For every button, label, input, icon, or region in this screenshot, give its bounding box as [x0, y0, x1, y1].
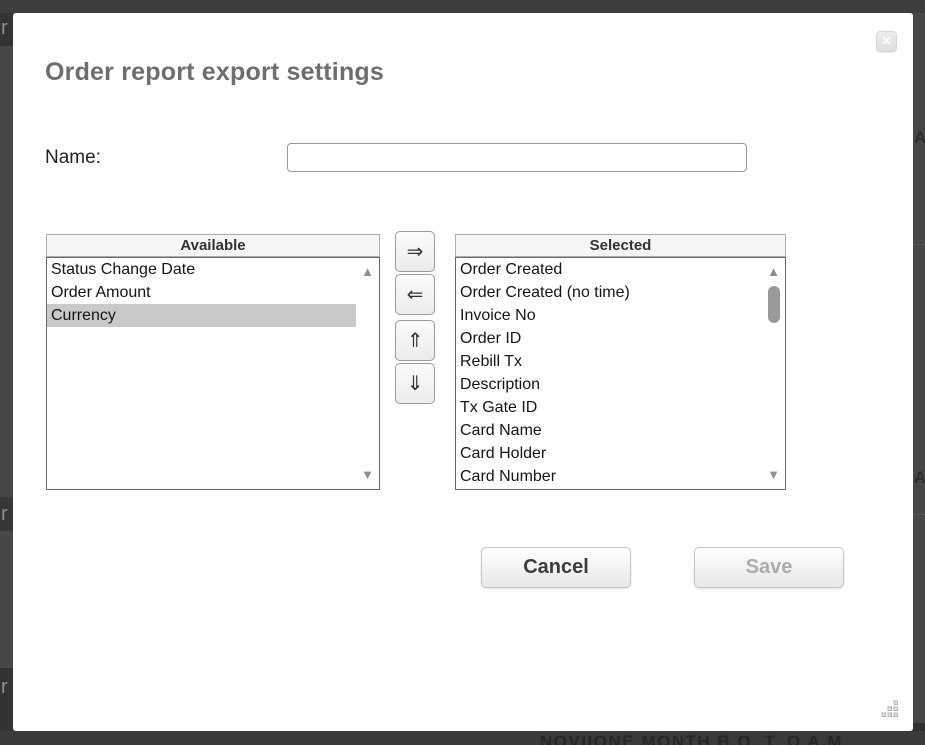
list-item[interactable]: Order Amount: [47, 281, 356, 304]
selected-items: Order CreatedOrder Created (no time)Invo…: [456, 258, 785, 488]
background-clipped-text: r: [1, 676, 8, 699]
move-right-button[interactable]: ⇒: [395, 231, 435, 272]
list-item[interactable]: Order Created (no time): [456, 281, 762, 304]
available-listbox[interactable]: Status Change DateOrder AmountCurrency ▲…: [46, 257, 380, 490]
name-input[interactable]: [287, 143, 747, 172]
list-item[interactable]: Card Name: [456, 419, 762, 442]
selected-header: Selected: [455, 234, 786, 257]
background-divider: [913, 514, 925, 515]
background-clipped-text: r: [1, 17, 8, 40]
scroll-down-icon[interactable]: ▼: [360, 468, 375, 482]
background-row: r: [0, 13, 13, 46]
list-item[interactable]: Currency: [47, 304, 356, 327]
selected-listbox[interactable]: Order CreatedOrder Created (no time)Invo…: [455, 257, 786, 490]
list-item[interactable]: Rebill Tx: [456, 350, 762, 373]
scroll-up-icon[interactable]: ▲: [360, 265, 375, 279]
cancel-button[interactable]: Cancel: [481, 547, 631, 588]
list-item[interactable]: Order ID: [456, 327, 762, 350]
available-items: Status Change DateOrder AmountCurrency: [47, 258, 379, 327]
dialog-title: Order report export settings: [45, 58, 384, 87]
list-item[interactable]: Tx Gate ID: [456, 396, 762, 419]
background-clipped-text: NOVIIONE MONTH B.O. T. O A.M: [540, 732, 843, 745]
background-top-bar: [0, 0, 925, 13]
move-left-button[interactable]: ⇐: [395, 274, 435, 315]
background-clipped-text: AN: [914, 128, 925, 148]
list-item[interactable]: Order Created: [456, 258, 762, 281]
name-label: Name:: [45, 147, 101, 169]
close-icon[interactable]: ✕: [876, 31, 897, 52]
resize-grip-icon[interactable]: [881, 700, 899, 718]
save-button[interactable]: Save: [694, 547, 844, 588]
export-settings-dialog: ✕ Order report export settings Name: Ava…: [13, 13, 913, 731]
screen: r r r AN AN NOVIIONE MONTH B.O. T. O A.M…: [0, 0, 925, 745]
background-row: r: [0, 497, 13, 531]
scroll-down-icon[interactable]: ▼: [766, 468, 781, 482]
background-clipped-text: r: [1, 503, 8, 526]
list-item[interactable]: Description: [456, 373, 762, 396]
move-down-button[interactable]: ⇓: [395, 363, 435, 404]
list-item[interactable]: Card Holder: [456, 442, 762, 465]
move-up-button[interactable]: ⇑: [395, 320, 435, 361]
list-item[interactable]: Invoice No: [456, 304, 762, 327]
background-bottom-strip: NOVIIONE MONTH B.O. T. O A.M: [0, 731, 925, 745]
list-item[interactable]: Status Change Date: [47, 258, 356, 281]
scrollbar-thumb[interactable]: [768, 286, 780, 323]
available-header: Available: [46, 234, 380, 257]
background-divider: [913, 244, 925, 245]
list-item[interactable]: Card Number: [456, 465, 762, 488]
scroll-up-icon[interactable]: ▲: [766, 265, 781, 279]
background-clipped-text: AN: [914, 468, 925, 488]
